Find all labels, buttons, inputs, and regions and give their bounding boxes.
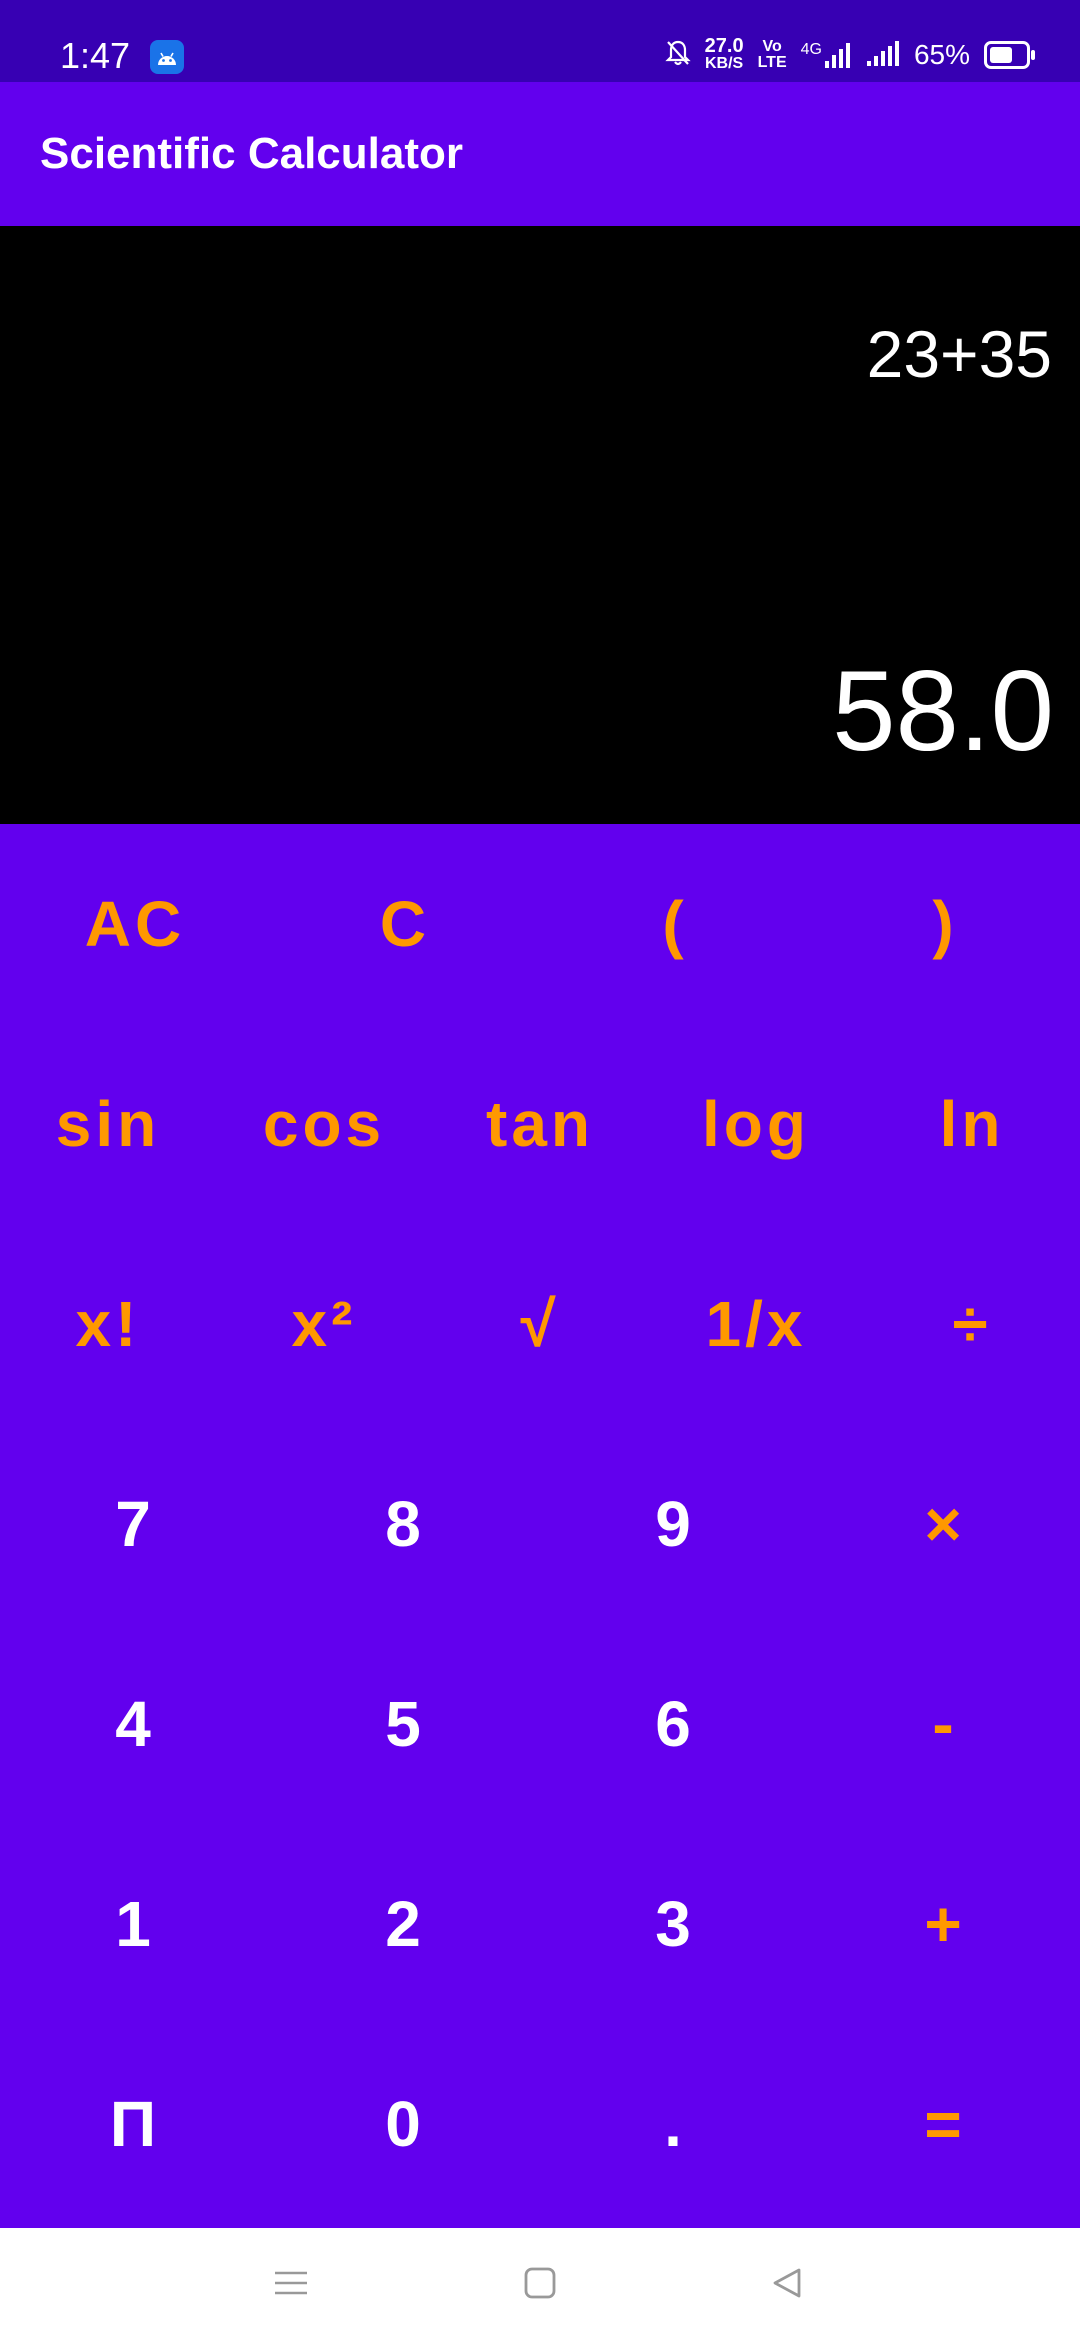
digit-3-button[interactable]: 3 (540, 1824, 810, 2024)
home-square-icon[interactable] (515, 2258, 565, 2308)
sqrt-button[interactable]: √ (432, 1224, 648, 1424)
open-paren-button[interactable]: ( (540, 824, 810, 1024)
multiply-button[interactable]: × (810, 1424, 1080, 1624)
clear-button[interactable]: C (270, 824, 540, 1024)
divide-button[interactable]: ÷ (864, 1224, 1080, 1424)
app-title: Scientific Calculator (40, 129, 464, 178)
sin-button[interactable]: sin (0, 1024, 216, 1224)
keypad-row-2: sin cos tan log ln (0, 1024, 1080, 1224)
digit-7-button[interactable]: 7 (0, 1424, 270, 1624)
network-speed: 27.0 KB/S (704, 35, 744, 73)
menu-icon[interactable] (266, 2258, 316, 2308)
battery-percent: 65% (913, 39, 970, 70)
minus-button[interactable]: - (810, 1624, 1080, 1824)
calculator-display: 23+35 58.0 (0, 226, 1080, 824)
digit-1-button[interactable]: 1 (0, 1824, 270, 2024)
digit-5-button[interactable]: 5 (270, 1624, 540, 1824)
bell-off-icon (664, 39, 691, 72)
keypad-row-7: Π 0 . = (0, 2024, 1080, 2224)
digit-6-button[interactable]: 6 (540, 1624, 810, 1824)
network-speed-value: 27.0 (704, 35, 744, 57)
battery-icon (984, 41, 1035, 69)
equals-button[interactable]: = (810, 2024, 1080, 2224)
result-text: 58.0 (832, 648, 1054, 775)
keypad-row-6: 1 2 3 + (0, 1824, 1080, 2024)
tan-button[interactable]: tan (432, 1024, 648, 1224)
cos-button[interactable]: cos (216, 1024, 432, 1224)
decimal-button[interactable]: . (540, 2024, 810, 2224)
digit-0-button[interactable]: 0 (270, 2024, 540, 2224)
plus-button[interactable]: + (810, 1824, 1080, 2024)
log-button[interactable]: log (648, 1024, 864, 1224)
app-bar: Scientific Calculator (0, 82, 1080, 226)
volte-bottom: LTE (757, 54, 787, 71)
close-paren-button[interactable]: ) (810, 824, 1080, 1024)
clear-all-button[interactable]: AC (0, 824, 270, 1024)
ln-button[interactable]: ln (864, 1024, 1080, 1224)
status-time: 1:47 (60, 35, 131, 76)
digit-9-button[interactable]: 9 (540, 1424, 810, 1624)
network-type: 4G (800, 41, 822, 58)
back-triangle-icon[interactable] (762, 2258, 812, 2308)
battery-fill (990, 47, 1012, 63)
square-button[interactable]: x² (216, 1224, 432, 1424)
digit-2-button[interactable]: 2 (270, 1824, 540, 2024)
digit-8-button[interactable]: 8 (270, 1424, 540, 1624)
expression-text: 23+35 (866, 317, 1052, 391)
signal-icon (866, 39, 900, 72)
status-indicators: 27.0 KB/S Vo LTE 4G 65% (664, 30, 1035, 80)
system-nav-bar (0, 2228, 1080, 2340)
keypad: AC C ( ) sin cos tan log ln x! x² √ 1/x … (0, 824, 1080, 2228)
keypad-row-5: 4 5 6 - (0, 1624, 1080, 1824)
factorial-button[interactable]: x! (0, 1224, 216, 1424)
status-bar: 1:47 27.0 KB/S Vo LTE 4G 65% (0, 0, 1080, 82)
digit-4-button[interactable]: 4 (0, 1624, 270, 1824)
volte-top: Vo (762, 38, 782, 55)
keypad-row-1: AC C ( ) (0, 824, 1080, 1024)
network-speed-unit: KB/S (704, 55, 744, 72)
keypad-row-3: x! x² √ 1/x ÷ (0, 1224, 1080, 1424)
android-icon (150, 40, 184, 74)
reciprocal-button[interactable]: 1/x (648, 1224, 864, 1424)
signal-4g-icon: 4G (801, 41, 852, 69)
volte-indicator: Vo LTE (758, 39, 787, 71)
pi-button[interactable]: Π (0, 2024, 270, 2224)
keypad-row-4: 7 8 9 × (0, 1424, 1080, 1624)
